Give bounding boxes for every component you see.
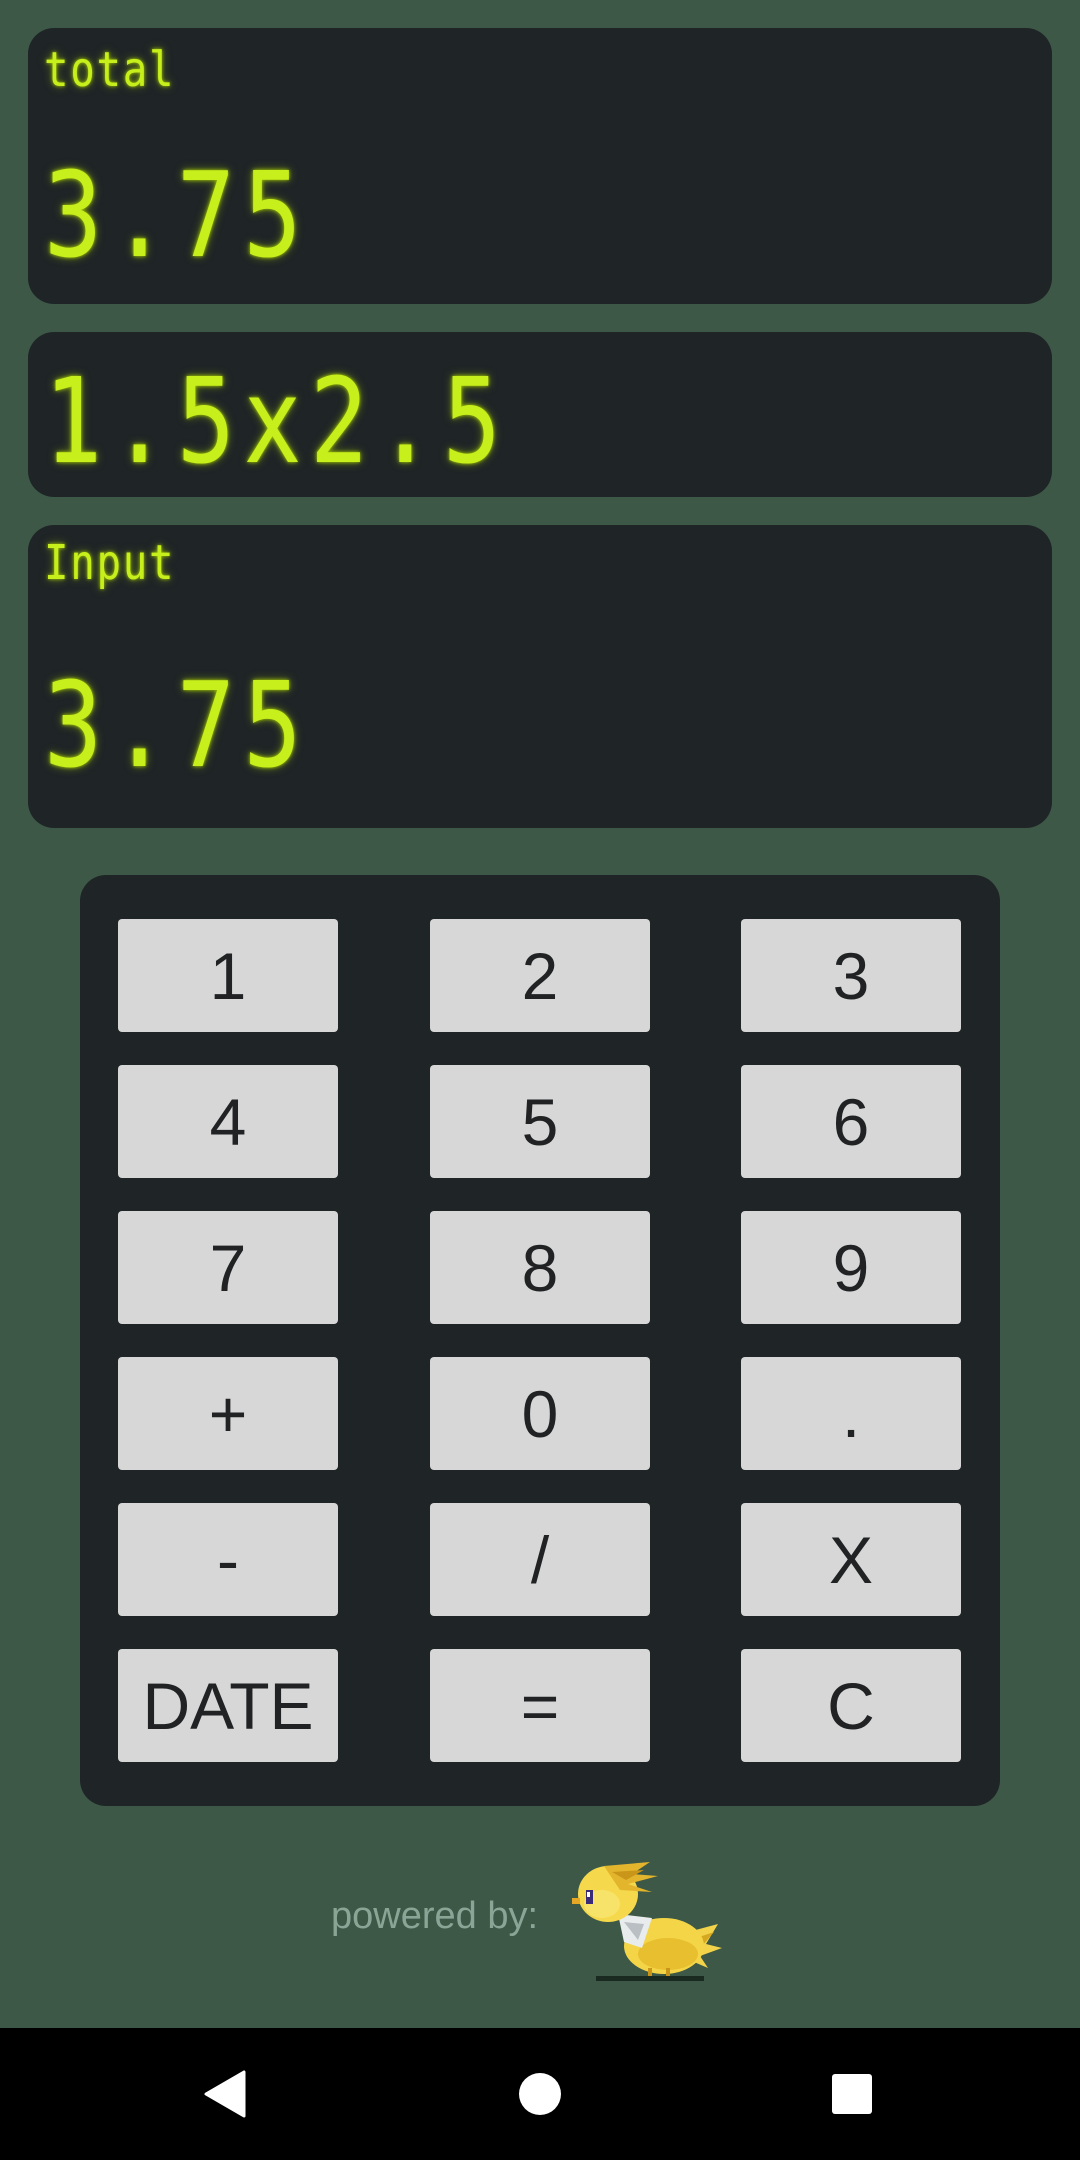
key-divide[interactable]: /: [430, 1503, 650, 1616]
key-plus[interactable]: +: [118, 1357, 338, 1470]
total-label: total: [44, 42, 176, 98]
key-7[interactable]: 7: [118, 1211, 338, 1324]
key-minus[interactable]: -: [118, 1503, 338, 1616]
key-1[interactable]: 1: [118, 919, 338, 1032]
expression-display: 1.5x2.5: [28, 332, 1052, 497]
key-5[interactable]: 5: [430, 1065, 650, 1178]
keypad: 1 2 3 4 5 6 7 8 9 + 0 . - / X DATE = C: [80, 875, 1000, 1806]
key-date[interactable]: DATE: [118, 1649, 338, 1762]
key-4[interactable]: 4: [118, 1065, 338, 1178]
input-label: Input: [44, 535, 176, 591]
expression-value: 1.5x2.5: [44, 352, 510, 490]
key-0[interactable]: 0: [430, 1357, 650, 1470]
total-display: total 3.75: [28, 28, 1052, 304]
navigation-bar: [0, 2028, 1080, 2160]
key-decimal[interactable]: .: [741, 1357, 961, 1470]
powered-by-label: powered by:: [331, 1895, 539, 1937]
key-3[interactable]: 3: [741, 919, 961, 1032]
home-icon[interactable]: [510, 2064, 570, 2124]
key-6[interactable]: 6: [741, 1065, 961, 1178]
key-equals[interactable]: =: [430, 1649, 650, 1762]
key-clear[interactable]: C: [741, 1649, 961, 1762]
bird-mascot-icon: [572, 1862, 722, 1981]
input-value: 3.75: [44, 656, 310, 794]
input-display: Input 3.75: [28, 525, 1052, 828]
key-multiply[interactable]: X: [741, 1503, 961, 1616]
key-2[interactable]: 2: [430, 919, 650, 1032]
key-9[interactable]: 9: [741, 1211, 961, 1324]
recent-apps-icon[interactable]: [822, 2064, 882, 2124]
key-8[interactable]: 8: [430, 1211, 650, 1324]
total-value: 3.75: [44, 146, 310, 284]
back-icon[interactable]: [196, 2064, 256, 2124]
